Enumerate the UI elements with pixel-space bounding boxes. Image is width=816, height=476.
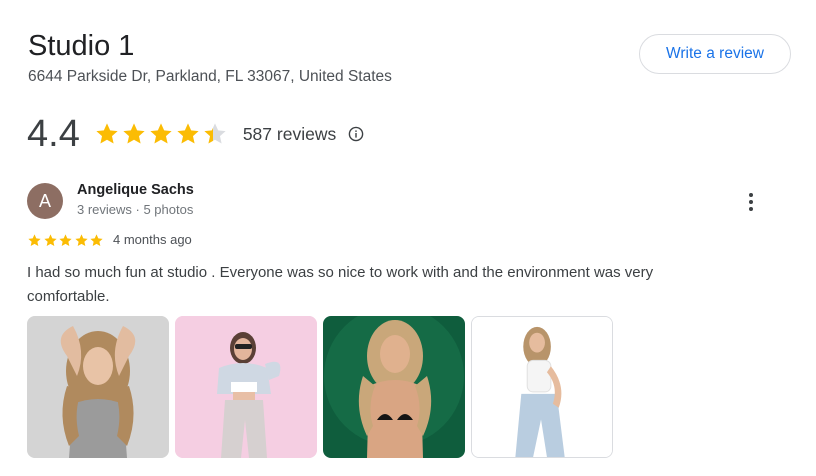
write-review-button[interactable]: Write a review	[639, 34, 791, 74]
review-count-link[interactable]: 587 reviews	[243, 124, 336, 145]
review-photo-1[interactable]	[27, 316, 169, 458]
reviewer-meta: 3 reviews · 5 photos	[77, 202, 194, 217]
photo-green-backdrop-icon	[323, 316, 465, 458]
star-icon	[96, 123, 118, 144]
star-icon	[123, 123, 145, 144]
more-options-icon[interactable]	[740, 190, 762, 214]
photo-pink-backdrop-icon	[175, 316, 317, 458]
place-title: Studio 1	[28, 30, 135, 62]
reviews-panel: Studio 1 6644 Parkside Dr, Parkland, FL …	[0, 0, 816, 476]
info-icon[interactable]	[348, 126, 364, 142]
star-icon	[90, 234, 103, 246]
star-icon	[150, 123, 172, 144]
photo-white-backdrop-icon	[472, 317, 612, 457]
photo-gray-backdrop-icon	[27, 316, 169, 458]
dot	[749, 200, 753, 204]
star-icon	[177, 123, 199, 144]
dot	[749, 207, 753, 211]
review-photo-3[interactable]	[323, 316, 465, 458]
star-icon	[28, 234, 41, 246]
rating-score: 4.4	[27, 113, 80, 155]
reviewer-name[interactable]: Angelique Sachs	[77, 182, 194, 198]
review-time: 4 months ago	[113, 232, 192, 247]
review-text: I had so much fun at studio . Everyone w…	[27, 264, 654, 305]
star-icon	[74, 234, 88, 246]
star-icon	[204, 123, 226, 144]
review-photo-4[interactable]	[471, 316, 613, 458]
star-icon	[43, 234, 57, 246]
review-photos	[27, 316, 619, 458]
place-address: 6644 Parkside Dr, Parkland, FL 33067, Un…	[28, 68, 392, 85]
review-photo-2[interactable]	[175, 316, 317, 458]
review-stars	[27, 233, 105, 248]
rating-summary: 4.4 587 reviews	[27, 110, 364, 158]
rating-stars	[94, 121, 229, 147]
star-icon	[59, 234, 72, 246]
dot	[749, 193, 753, 197]
avatar[interactable]: A	[27, 183, 63, 219]
